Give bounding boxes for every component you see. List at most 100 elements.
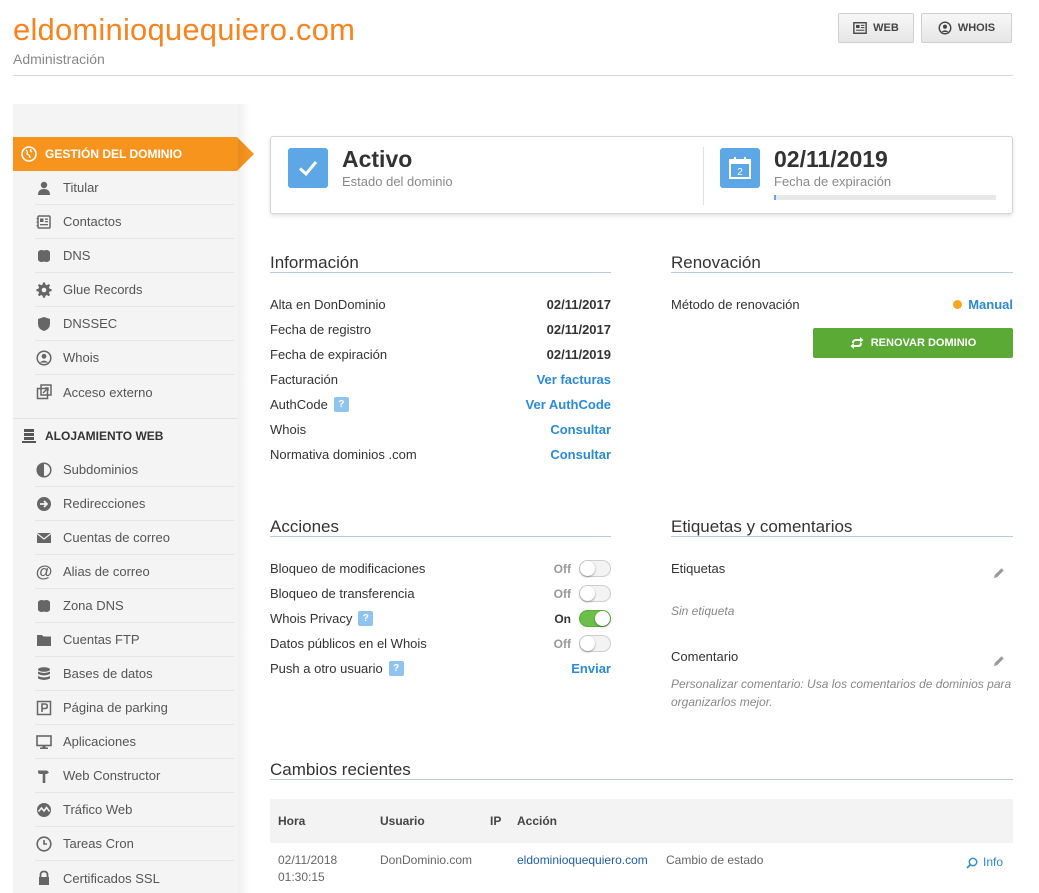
change-domain-link[interactable]: eldominioquequiero.com bbox=[517, 852, 648, 869]
change-info-link[interactable]: Info bbox=[966, 854, 1003, 871]
domain-state-label: Estado del dominio bbox=[342, 174, 453, 189]
toggle-knob bbox=[580, 636, 595, 651]
modification-lock-toggle[interactable] bbox=[579, 560, 611, 577]
external-icon bbox=[35, 383, 53, 401]
sidebar-item-domain-management[interactable]: GESTIÓN DEL DOMINIO bbox=[13, 137, 254, 171]
info-label: Facturación bbox=[270, 372, 338, 387]
action-label: Whois Privacy bbox=[270, 611, 353, 626]
renewal-method-text: Manual bbox=[968, 297, 1013, 312]
at-icon: @ bbox=[35, 561, 53, 581]
sidebar-item-label: Contactos bbox=[63, 214, 122, 229]
help-icon[interactable]: ? bbox=[333, 397, 349, 412]
monitor-icon bbox=[35, 733, 53, 751]
sidebar-item-dnssec[interactable]: DNSSEC bbox=[35, 307, 234, 341]
sidebar-item-cuentas-ftp[interactable]: Cuentas FTP bbox=[35, 623, 234, 657]
sidebar-item-dns[interactable]: DNS bbox=[35, 239, 234, 273]
calendar-day: 2 bbox=[737, 167, 743, 178]
sidebar-item-glue-records[interactable]: Glue Records bbox=[35, 273, 234, 307]
change-date: 02/11/2018 bbox=[278, 853, 338, 867]
transfer-lock-toggle[interactable] bbox=[579, 585, 611, 602]
info-label: Normativa dominios .com bbox=[270, 447, 417, 462]
renew-domain-label: RENOVAR DOMINIO bbox=[870, 337, 977, 349]
sidebar-item-label: Tareas Cron bbox=[63, 836, 134, 851]
sidebar-item-label: Acceso externo bbox=[63, 384, 153, 400]
user-circle-icon bbox=[938, 21, 952, 35]
view-authcode-link[interactable]: Ver AuthCode bbox=[411, 397, 611, 412]
info-authcode-row: AuthCode ? bbox=[270, 397, 349, 412]
check-icon bbox=[288, 148, 328, 188]
renew-domain-button[interactable]: RENOVAR DOMINIO bbox=[813, 328, 1013, 358]
sidebar-item-label: Cuentas FTP bbox=[63, 632, 140, 647]
sidebar-item-web-constructor[interactable]: Web Constructor bbox=[35, 759, 234, 793]
sidebar-item-parking[interactable]: Página de parking bbox=[35, 691, 234, 725]
info-section-title: Información bbox=[270, 253, 359, 272]
sidebar-item-contactos[interactable]: Contactos bbox=[35, 205, 234, 239]
whois-privacy-toggle[interactable] bbox=[579, 610, 611, 627]
hammer-icon bbox=[35, 767, 53, 785]
whois-consult-link[interactable]: Consultar bbox=[411, 422, 611, 437]
web-button[interactable]: WEB bbox=[838, 13, 914, 43]
sidebar-item-label: Certificados SSL bbox=[63, 870, 160, 886]
sidebar-item-whois[interactable]: Whois bbox=[35, 341, 234, 375]
changes-section-title: Cambios recientes bbox=[270, 760, 411, 779]
view-invoices-link[interactable]: Ver facturas bbox=[411, 372, 611, 387]
push-send-link[interactable]: Enviar bbox=[511, 661, 611, 676]
whois-button[interactable]: WHOIS bbox=[921, 13, 1012, 43]
sidebar-item-label: Página de parking bbox=[63, 700, 168, 715]
sidebar-item-cuentas-correo[interactable]: Cuentas de correo bbox=[35, 521, 234, 555]
action-label: Bloqueo de transferencia bbox=[270, 586, 415, 601]
change-info-label: Info bbox=[983, 855, 1004, 869]
shield-icon bbox=[35, 315, 53, 333]
sidebar-item-tareas-cron[interactable]: Tareas Cron bbox=[35, 827, 234, 861]
edit-tags-pencil-icon[interactable] bbox=[992, 566, 1006, 580]
public-whois-toggle[interactable] bbox=[579, 635, 611, 652]
sidebar-item-label: Whois bbox=[63, 350, 100, 365]
newspaper-icon bbox=[853, 22, 867, 34]
folder-icon bbox=[35, 631, 53, 649]
renewal-section-title: Renovación bbox=[671, 253, 761, 272]
sidebar-item-titular[interactable]: Titular bbox=[35, 171, 234, 205]
help-icon[interactable]: ? bbox=[358, 611, 374, 626]
column-header-time: Hora bbox=[278, 814, 306, 828]
toggle-state-text: Off bbox=[553, 587, 571, 601]
half-circle-icon bbox=[35, 461, 53, 479]
user-icon bbox=[35, 179, 53, 197]
sidebar-item-certificados-ssl[interactable]: Certificados SSL bbox=[35, 861, 234, 893]
sidebar-item-external-access[interactable]: Acceso externo bbox=[35, 375, 234, 409]
contacts-icon bbox=[35, 213, 53, 231]
globe-icon bbox=[21, 146, 37, 162]
domain-state-value: Activo bbox=[342, 146, 413, 172]
column-header-action: Acción bbox=[517, 814, 558, 828]
sidebar-item-trafico-web[interactable]: Tráfico Web bbox=[35, 793, 234, 827]
renewal-method-value[interactable]: Manual bbox=[863, 297, 1013, 312]
refresh-icon bbox=[850, 337, 864, 349]
sidebar-item-bases-datos[interactable]: Bases de datos bbox=[35, 657, 234, 691]
arrow-right-circle-icon bbox=[35, 495, 53, 513]
sidebar-item-subdominios[interactable]: Subdominios bbox=[35, 453, 234, 487]
actions-section-title: Acciones bbox=[270, 517, 339, 536]
change-action: Cambio de estado bbox=[666, 853, 764, 867]
sidebar-item-label: Web Constructor bbox=[63, 768, 161, 783]
domain-status-panel: Activo Estado del dominio 2 02/11/2019 F… bbox=[270, 136, 1013, 214]
actions-section-underline bbox=[270, 536, 611, 537]
whois-privacy-row: Whois Privacy ? bbox=[270, 611, 374, 626]
sidebar-item-zona-dns[interactable]: Zona DNS bbox=[35, 589, 234, 623]
changes-section-underline bbox=[270, 779, 1013, 780]
edit-comment-pencil-icon[interactable] bbox=[992, 654, 1006, 668]
expiry-progress-fill bbox=[774, 195, 777, 200]
sidebar-item-aplicaciones[interactable]: Aplicaciones bbox=[35, 725, 234, 759]
clock-icon bbox=[35, 835, 53, 853]
sidebar-item-redirecciones[interactable]: Redirecciones bbox=[35, 487, 234, 521]
sidebar-item-alias-correo[interactable]: @ Alias de correo bbox=[35, 555, 234, 589]
sidebar-item-label: Subdominios bbox=[63, 462, 139, 477]
expiry-date-value: 02/11/2019 bbox=[774, 146, 888, 172]
column-header-user: Usuario bbox=[380, 814, 425, 828]
status-divider bbox=[703, 147, 704, 205]
help-icon[interactable]: ? bbox=[388, 661, 404, 676]
sidebar-group-hosting[interactable]: ALOJAMIENTO WEB bbox=[13, 418, 237, 452]
info-label: Alta en DonDominio bbox=[270, 297, 386, 312]
column-header-ip: IP bbox=[490, 814, 502, 828]
tags-empty-text: Sin etiqueta bbox=[671, 604, 735, 618]
toggle-knob bbox=[580, 561, 595, 576]
regulation-consult-link[interactable]: Consultar bbox=[411, 447, 611, 462]
